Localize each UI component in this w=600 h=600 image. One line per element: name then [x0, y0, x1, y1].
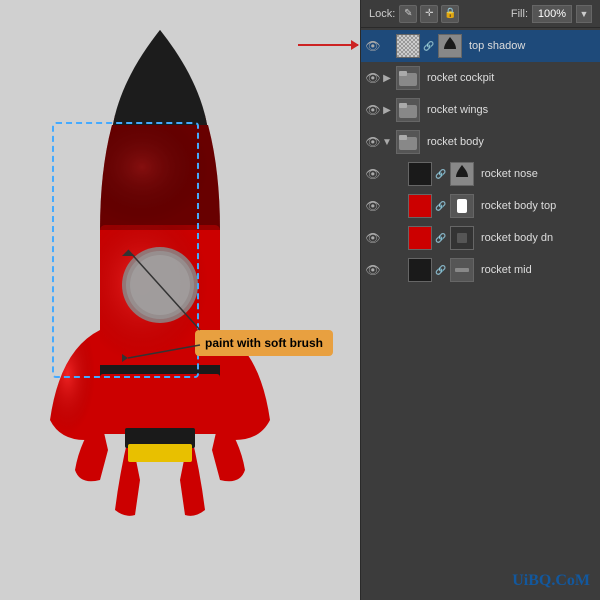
arrow-icon-rocket-body-dn: [381, 232, 393, 244]
canvas-area: paint with soft brush: [0, 0, 360, 600]
arrow-icon-rocket-body[interactable]: ▼: [381, 136, 393, 148]
layer-name-rocket-nose: rocket nose: [481, 168, 538, 180]
eye-icon-top-shadow[interactable]: 👁: [365, 38, 381, 54]
layer-name-rocket-wings: rocket wings: [427, 104, 488, 116]
eye-icon-rocket-body[interactable]: 👁: [365, 134, 381, 150]
rocket-svg: [30, 20, 290, 580]
thumb1-top-shadow: [396, 34, 420, 58]
rocket-container: [30, 20, 320, 580]
thumb1-rocket-body: [396, 130, 420, 154]
eye-icon-rocket-cockpit[interactable]: 👁: [365, 70, 381, 86]
fill-input[interactable]: [532, 5, 572, 23]
red-arrow-indicator: [298, 44, 358, 46]
link-icon-rocket-body-top[interactable]: 🔗: [435, 200, 447, 212]
layer-item-rocket-nose[interactable]: 👁 🔗 rocket nose: [361, 158, 600, 190]
eye-icon-rocket-nose[interactable]: 👁: [365, 166, 381, 182]
lock-move-icon[interactable]: ✛: [420, 5, 438, 23]
layer-name-rocket-mid: rocket mid: [481, 264, 532, 276]
thumb1-rocket-wings: [396, 98, 420, 122]
thumb2-rocket-body-dn: [450, 226, 474, 250]
thumb2-rocket-mid: [450, 258, 474, 282]
layers-list: 👁🔗top shadow👁▶rocket cockpit👁▶rocket win…: [361, 28, 600, 288]
thumb1-rocket-nose: [408, 162, 432, 186]
fill-dropdown[interactable]: ▼: [576, 5, 592, 23]
layer-item-rocket-body[interactable]: 👁▼ rocket body: [361, 126, 600, 158]
layer-name-rocket-body-top: rocket body top: [481, 200, 556, 212]
lock-paint-icon[interactable]: ✎: [399, 5, 417, 23]
arrow-icon-top-shadow: [381, 40, 393, 52]
thumb1-rocket-cockpit: [396, 66, 420, 90]
fill-label: Fill:: [511, 8, 528, 20]
arrow-icon-rocket-cockpit[interactable]: ▶: [381, 72, 393, 84]
layer-item-rocket-cockpit[interactable]: 👁▶ rocket cockpit: [361, 62, 600, 94]
layer-name-rocket-body-dn: rocket body dn: [481, 232, 553, 244]
layer-name-rocket-cockpit: rocket cockpit: [427, 72, 494, 84]
layer-item-rocket-body-top[interactable]: 👁 🔗 rocket body top: [361, 190, 600, 222]
thumb2-top-shadow: [438, 34, 462, 58]
annotation-box: paint with soft brush: [195, 330, 333, 356]
layer-item-top-shadow[interactable]: 👁 🔗 top shadow: [361, 30, 600, 62]
link-icon-rocket-mid[interactable]: 🔗: [435, 264, 447, 276]
link-icon-rocket-body-dn[interactable]: 🔗: [435, 232, 447, 244]
layer-item-rocket-body-dn[interactable]: 👁 🔗 rocket body dn: [361, 222, 600, 254]
annotation-text: paint with soft brush: [205, 336, 323, 350]
arrow-icon-rocket-wings[interactable]: ▶: [381, 104, 393, 116]
eye-icon-rocket-mid[interactable]: 👁: [365, 262, 381, 278]
layer-name-top-shadow: top shadow: [469, 40, 525, 52]
layer-item-rocket-wings[interactable]: 👁▶ rocket wings: [361, 94, 600, 126]
thumb1-rocket-mid: [408, 258, 432, 282]
lock-all-icon[interactable]: 🔒: [441, 5, 459, 23]
eye-icon-rocket-body-top[interactable]: 👁: [365, 198, 381, 214]
thumb1-rocket-body-dn: [408, 226, 432, 250]
arrow-icon-rocket-nose: [381, 168, 393, 180]
watermark: UiBQ.CoM: [512, 572, 590, 590]
fill-section: Fill: ▼: [511, 5, 592, 23]
lock-fill-row: Lock: ✎ ✛ 🔒 Fill: ▼: [361, 0, 600, 28]
link-icon-top-shadow[interactable]: 🔗: [423, 40, 435, 52]
lock-icons-group: ✎ ✛ 🔒: [399, 5, 459, 23]
lock-label: Lock:: [369, 8, 395, 20]
thumb1-rocket-body-top: [408, 194, 432, 218]
eye-icon-rocket-wings[interactable]: 👁: [365, 102, 381, 118]
link-icon-rocket-nose[interactable]: 🔗: [435, 168, 447, 180]
layer-name-rocket-body: rocket body: [427, 136, 484, 148]
layer-item-rocket-mid[interactable]: 👁 🔗 rocket mid: [361, 254, 600, 286]
thumb2-rocket-body-top: [450, 194, 474, 218]
thumb2-rocket-nose: [450, 162, 474, 186]
layers-panel: Lock: ✎ ✛ 🔒 Fill: ▼ 👁🔗top shadow👁▶rocket…: [360, 0, 600, 600]
arrow-icon-rocket-body-top: [381, 200, 393, 212]
arrow-icon-rocket-mid: [381, 264, 393, 276]
eye-icon-rocket-body-dn[interactable]: 👁: [365, 230, 381, 246]
